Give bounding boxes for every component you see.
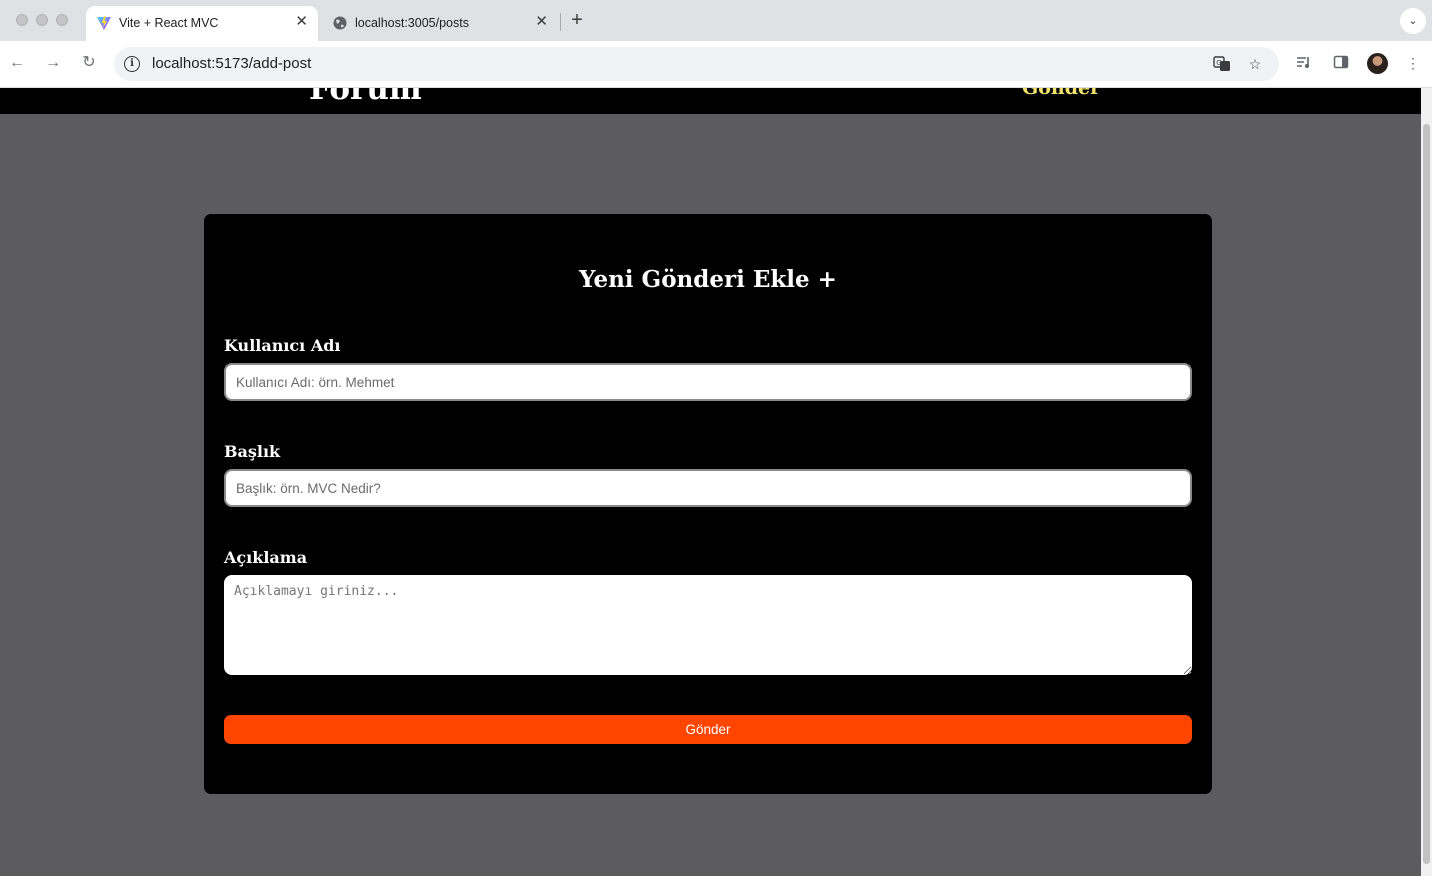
tab-localhost-posts[interactable]: localhost:3005/posts ✕ <box>322 6 558 41</box>
globe-icon <box>333 16 347 30</box>
tab-vite-react-mvc[interactable]: Vite + React MVC ✕ <box>86 6 318 41</box>
window-minimize-dot[interactable] <box>36 14 48 26</box>
page-viewport: Forum Gönder Yeni Gönderi Ekle + Kullanı… <box>0 88 1421 876</box>
address-bar[interactable]: i localhost:5173/add-post G ☆ <box>114 47 1279 81</box>
username-label: Kullanıcı Adı <box>224 336 341 355</box>
submit-button[interactable]: Gönder <box>224 715 1192 744</box>
form-title: Yeni Gönderi Ekle + <box>579 266 837 293</box>
title-input[interactable] <box>224 469 1192 507</box>
tab-close-icon[interactable]: ✕ <box>535 14 548 30</box>
browser-toolbar: ← → ↻ i localhost:5173/add-post G ☆ ⋮ <box>0 41 1432 88</box>
tab-title: localhost:3005/posts <box>355 16 469 30</box>
tab-title: Vite + React MVC <box>119 16 219 30</box>
description-textarea[interactable] <box>224 575 1192 675</box>
window-close-dot[interactable] <box>16 14 28 26</box>
username-input[interactable] <box>224 363 1192 401</box>
site-brand[interactable]: Forum <box>309 88 422 108</box>
nav-link-gonder[interactable]: Gönder <box>1022 88 1100 100</box>
tab-close-icon[interactable]: ✕ <box>295 14 308 30</box>
star-icon[interactable]: ☆ <box>1246 55 1264 73</box>
tab-separator <box>560 13 561 31</box>
translate-icon[interactable]: G <box>1213 55 1231 73</box>
window-zoom-dot[interactable] <box>56 14 68 26</box>
add-post-form: Yeni Gönderi Ekle + Kullanıcı Adı Başlık… <box>204 214 1212 794</box>
profile-avatar[interactable] <box>1367 53 1388 74</box>
description-label: Açıklama <box>224 548 308 567</box>
address-url[interactable]: localhost:5173/add-post <box>152 55 311 73</box>
side-panel-icon[interactable] <box>1331 53 1351 73</box>
vite-logo-icon <box>97 16 111 30</box>
tab-search-chevron-icon[interactable]: ⌄ <box>1400 8 1426 34</box>
scrollbar-thumb[interactable] <box>1423 124 1430 864</box>
media-control-icon[interactable] <box>1294 53 1314 73</box>
info-icon[interactable]: i <box>124 56 140 72</box>
title-label: Başlık <box>224 442 281 461</box>
site-header: Forum Gönder <box>0 88 1421 114</box>
reload-icon[interactable]: ↻ <box>78 52 100 74</box>
back-arrow-icon[interactable]: ← <box>6 52 28 74</box>
new-tab-plus-icon[interactable]: + <box>568 9 586 31</box>
browser-tab-bar: Vite + React MVC ✕ localhost:3005/posts … <box>0 0 1432 41</box>
page-scrollbar[interactable] <box>1421 88 1432 876</box>
kebab-menu-icon[interactable]: ⋮ <box>1403 53 1423 73</box>
forward-arrow-icon[interactable]: → <box>42 52 64 74</box>
svg-text:G: G <box>1216 59 1221 67</box>
